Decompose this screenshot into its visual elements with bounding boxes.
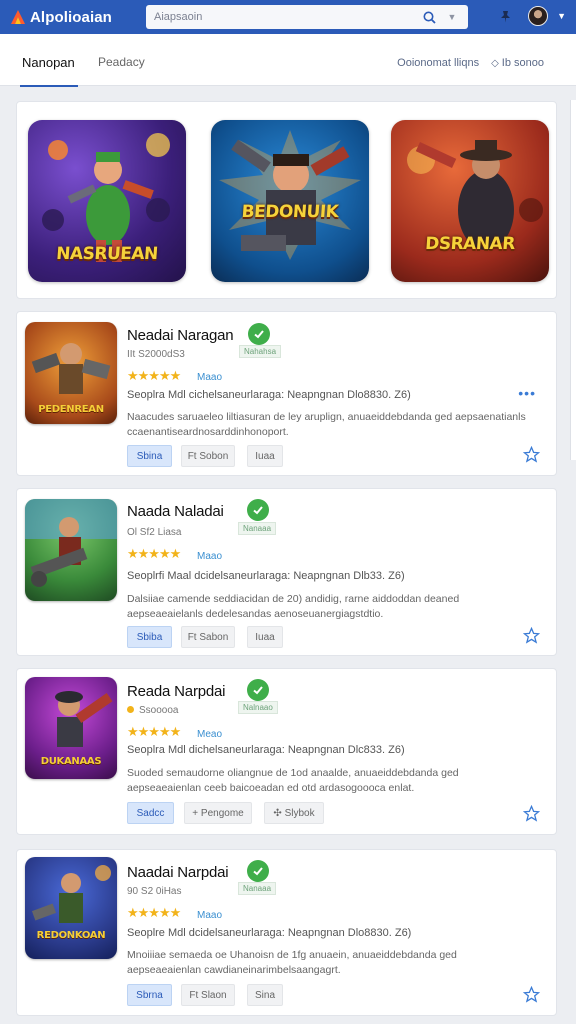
verified-badge: Nalnaao <box>238 701 278 714</box>
favorite-star-icon[interactable] <box>522 626 541 649</box>
install-button[interactable]: Sadcc <box>127 802 174 824</box>
favorite-star-icon[interactable] <box>522 804 541 827</box>
rating-label: Maao <box>197 372 223 383</box>
app-subtitle: Seoplra Mdl cichelsaneurlaraga: Neapngna… <box>127 389 411 401</box>
install-button[interactable]: Sbiba <box>127 626 172 648</box>
list-item: REDONKOAN Naadai Narpdai Nanaaa 90 S2 0i… <box>16 849 557 1016</box>
rating-stars: ★★★★★ <box>127 724 181 739</box>
app-thumbnail-label: DUKANAAS <box>40 756 102 767</box>
app-description: Mnoiiiae semaeda oe Uhanoisn de 1fg anua… <box>127 949 457 976</box>
coin-icon <box>127 706 134 713</box>
app-thumbnail[interactable] <box>25 499 117 601</box>
search-input[interactable] <box>154 11 420 23</box>
app-meta: 90 S2 0iHas <box>127 886 182 897</box>
app-meta: IIt S2000dS3 <box>127 349 185 360</box>
link-left[interactable]: Ooionomat lliqns <box>397 57 479 69</box>
app-title: Alpolioaian <box>30 8 112 26</box>
search-bar[interactable]: ▼ <box>146 5 468 29</box>
install-button[interactable]: Sbrna <box>127 984 172 1006</box>
logo-icon <box>10 9 26 25</box>
verified-badge: Nahahsa <box>239 345 282 358</box>
app-meta: Ssooooa <box>127 705 178 716</box>
featured-tile[interactable]: DSRANAR <box>391 120 549 282</box>
app-subtitle: Seoplra Mdl dichelsaneurlaraga: Neapngna… <box>127 744 405 756</box>
verified-badge: Nanaaa <box>238 522 277 535</box>
tab-links: Ooionomat lliqns ◇ Ib sonoo <box>397 57 544 69</box>
favorite-star-icon[interactable] <box>522 985 541 1008</box>
rating-stars: ★★★★★ <box>127 546 181 561</box>
app-description: Suoded semaudorne oliangnue de 1od anaal… <box>127 767 459 794</box>
app-art-icon <box>31 865 111 923</box>
app-thumbnail[interactable]: PEDENREAN <box>25 322 117 424</box>
details-button[interactable]: Iuaa <box>247 626 283 648</box>
featured-title: NASRUEAN <box>55 244 159 264</box>
details-button[interactable]: Sina <box>247 984 283 1006</box>
app-title[interactable]: Neadai Naragan <box>127 327 234 344</box>
rating-label: Maao <box>197 551 223 562</box>
app-thumbnail[interactable]: DUKANAAS <box>25 677 117 779</box>
list-item: DUKANAAS Reada Narpdai Nalnaao Ssooooa ★… <box>16 668 557 835</box>
rating-label: Meao <box>197 729 223 740</box>
app-description: Naacudes saruaeleo liltiasuran de ley ar… <box>127 411 526 438</box>
verified-icon <box>247 499 269 521</box>
details-button[interactable]: Iuaa <box>247 445 283 467</box>
list-item: Naada Naladai Nanaaa Ol Sf2 Liasa ★★★★★ … <box>16 488 557 656</box>
rating-stars: ★★★★★ <box>127 905 181 920</box>
app-title[interactable]: Naadai Narpdai <box>127 864 229 881</box>
secondary-button[interactable]: Ft Sobon <box>181 445 235 467</box>
avatar[interactable] <box>528 6 548 26</box>
featured-banner: NASRUEAN BEDONUIK DSRANAR <box>16 101 557 299</box>
app-art-icon <box>25 499 117 587</box>
featured-title: DSRANAR <box>424 234 516 254</box>
verified-icon <box>247 860 269 882</box>
app-thumbnail[interactable]: REDONKOAN <box>25 857 117 959</box>
verified-icon <box>247 679 269 701</box>
link-right[interactable]: ◇ Ib sonoo <box>491 57 544 69</box>
list-item: PEDENREAN Neadai Naragan Nahahsa IIt S20… <box>16 311 557 476</box>
account-menu-caret-icon[interactable]: ▼ <box>557 11 566 21</box>
verified-icon <box>248 323 270 345</box>
pin-icon[interactable] <box>496 7 514 25</box>
chevron-down-icon[interactable]: ▼ <box>444 8 460 26</box>
secondary-button[interactable]: Ft Slaon <box>181 984 235 1006</box>
rating-stars: ★★★★★ <box>127 368 181 383</box>
app-thumbnail-label: PEDENREAN <box>38 404 104 415</box>
tab-bar: Nanopan Peadacy Ooionomat lliqns ◇ Ib son… <box>0 34 576 87</box>
rating-label: Maao <box>197 910 223 921</box>
app-thumbnail-label: REDONKOAN <box>36 930 106 941</box>
app-title[interactable]: Naada Naladai <box>127 503 224 520</box>
featured-title: BEDONUIK <box>240 202 340 222</box>
details-button[interactable]: ✣ Slybok <box>264 802 324 824</box>
top-bar: Alpolioaian ▼ ▼ <box>0 0 576 34</box>
search-icon[interactable] <box>420 8 438 26</box>
secondary-button[interactable]: Ft Sabon <box>181 626 235 648</box>
app-description: Dalsiiae camende seddiacidan de 20) andi… <box>127 593 460 620</box>
featured-tile[interactable]: BEDONUIK <box>211 120 369 282</box>
hero-art-icon <box>407 140 543 250</box>
app-logo[interactable]: Alpolioaian <box>10 9 112 26</box>
scrollbar[interactable] <box>570 100 576 460</box>
tag-icon: ◇ <box>491 58 499 69</box>
tab-active[interactable]: Nanopan <box>20 55 78 87</box>
install-button[interactable]: Sbina <box>127 445 172 467</box>
featured-tile[interactable]: NASRUEAN <box>28 120 186 282</box>
app-subtitle: Seoplrfi Maal dcidelsaneurlaraga: Neapng… <box>127 570 405 582</box>
app-title[interactable]: Reada Narpdai <box>127 683 226 700</box>
app-subtitle: Seoplre Mdl dcidelsaneurlaraga: Neapngna… <box>127 927 412 939</box>
tab-inactive[interactable]: Peadacy <box>98 55 145 69</box>
secondary-button[interactable]: + Pengome <box>184 802 252 824</box>
favorite-star-icon[interactable] <box>522 445 541 468</box>
app-meta: Ol Sf2 Liasa <box>127 527 182 538</box>
more-options-icon[interactable]: ••• <box>518 385 536 401</box>
verified-badge: Nanaaa <box>238 882 277 895</box>
hero-art-icon <box>219 130 361 260</box>
